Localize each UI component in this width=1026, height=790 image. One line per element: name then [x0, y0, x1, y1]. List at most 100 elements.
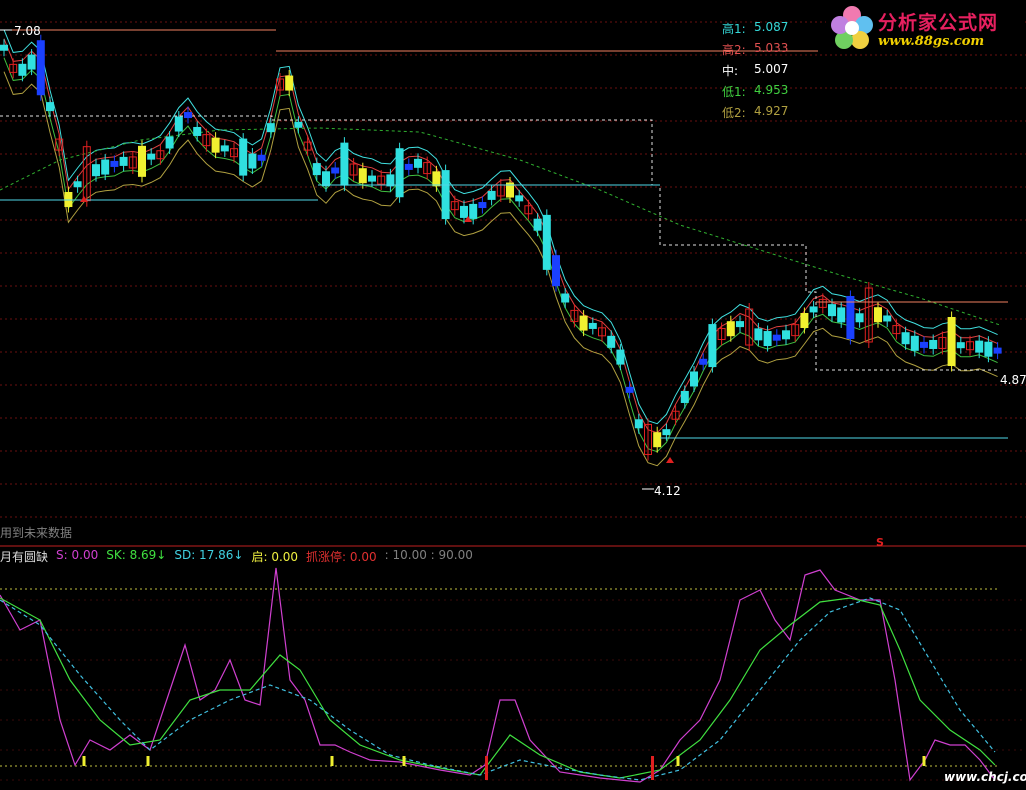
candle-body [73, 181, 82, 188]
candle-body [561, 293, 570, 303]
candle-body [901, 332, 910, 345]
info-label: 高2: [722, 43, 746, 57]
candle-body [616, 349, 625, 365]
start-signal-bar [146, 756, 150, 766]
candle-body [441, 170, 450, 220]
candle-body [782, 330, 790, 340]
candle-body [975, 340, 984, 353]
indicator-sd-line [0, 597, 996, 781]
candle-body [322, 171, 330, 187]
candle-body [542, 214, 551, 270]
candle-body [690, 371, 698, 387]
info-label: 低2: [722, 106, 746, 120]
candle-body [110, 160, 119, 167]
upper-band-1 [3, 29, 998, 425]
candle-body [147, 153, 156, 160]
candle-body [174, 116, 183, 132]
candle-body [101, 159, 110, 175]
start-signal-bar [676, 756, 680, 766]
candle-body [46, 102, 54, 112]
candle-body [515, 195, 524, 202]
candle-body [662, 429, 671, 436]
candle-body [874, 307, 882, 323]
candle-body [846, 295, 855, 339]
candle-body [552, 255, 560, 287]
lower-band-2 [3, 71, 998, 467]
candle-body [984, 341, 993, 357]
candle-body [340, 142, 349, 186]
candle-body [607, 335, 616, 348]
limit-up-signal-bar [651, 756, 654, 780]
indicator-field-2: SK: 8.69↓ [106, 548, 167, 562]
candle-body [36, 40, 45, 96]
candle-body [837, 307, 846, 323]
indicator-name: 月有圆缺 [0, 550, 49, 564]
candlesticks [0, 34, 1002, 461]
candle-body [64, 191, 73, 207]
indicator-field-3: SD: 17.86↓ [174, 548, 244, 562]
indicator-field-6: : 10.00 : 90.00 [384, 548, 473, 562]
candle-body [478, 202, 487, 209]
info-label: 低1: [722, 85, 746, 99]
candle-body [579, 315, 588, 331]
candle-body [634, 419, 643, 429]
candle-body [239, 138, 248, 176]
candle-body [193, 126, 202, 136]
candle-body [653, 432, 662, 448]
candle-body [266, 123, 275, 133]
candle-body [754, 328, 763, 341]
indicator-sk-line [0, 597, 996, 779]
watermark: www.chcj.com [944, 770, 1026, 784]
candle-body [395, 148, 404, 198]
candle-body [855, 313, 864, 323]
candle-body [772, 334, 781, 341]
candle-body [920, 341, 928, 348]
logo-url-text: www.88gs.com [878, 34, 985, 49]
buy-arrow-icon [666, 457, 674, 463]
info-value: 4.953 [754, 83, 789, 97]
candle-body [386, 174, 395, 187]
candle-body [460, 205, 468, 218]
indicator-header: 月有圆缺 S: 0.00 SK: 8.69↓ SD: 17.86↓ 启: 0.00 抓涨… [0, 548, 481, 564]
candle-body [929, 339, 938, 349]
start-signal-bar [402, 756, 406, 766]
future-data-note: 用到未来数据 [0, 526, 73, 540]
candle-body [993, 347, 1002, 354]
start-signal-bar [922, 756, 926, 766]
last-price-label: 4.879 [1000, 373, 1026, 387]
info-value: 5.033 [754, 41, 789, 55]
lower-band-1 [3, 57, 998, 453]
flower-logo-icon [831, 6, 873, 49]
candle-body [680, 390, 689, 403]
indicator-field-4: 启: 0.00 [251, 550, 299, 564]
candle-body [248, 153, 257, 169]
candle-body [0, 44, 8, 51]
indicator-field-5: 抓涨停: 0.00 [306, 550, 377, 564]
indicator-lines [0, 567, 996, 783]
candle-body [947, 316, 956, 366]
candle-body [92, 164, 100, 177]
start-signal-bar [82, 756, 86, 766]
candle-body [18, 63, 27, 76]
candle-body [414, 158, 422, 168]
info-label: 中: [722, 64, 739, 78]
info-row: 低1: 4.953 [722, 83, 822, 104]
info-row: 低2: 4.927 [722, 104, 822, 125]
candle-body [138, 145, 146, 177]
candle-body [469, 203, 478, 219]
candle-body [404, 163, 413, 170]
high-price-label: 7.08 [14, 24, 41, 38]
candle-body [119, 156, 128, 166]
candle-body [257, 154, 266, 161]
candle-body [294, 121, 303, 128]
price-info-panel: 高1: 5.087 高2: 5.033 中: 5.007 低1: 4.953 低2: 4.927 [722, 20, 822, 125]
sell-marker: S [876, 536, 884, 549]
info-row: 高1: 5.087 [722, 20, 822, 41]
info-row: 高2: 5.033 [722, 41, 822, 62]
candle-body [956, 342, 965, 349]
info-row: 中: 5.007 [722, 62, 822, 83]
candle-body [800, 312, 809, 328]
candle-body [809, 306, 818, 313]
price-grid [0, 21, 1026, 781]
candle-body [312, 163, 321, 176]
